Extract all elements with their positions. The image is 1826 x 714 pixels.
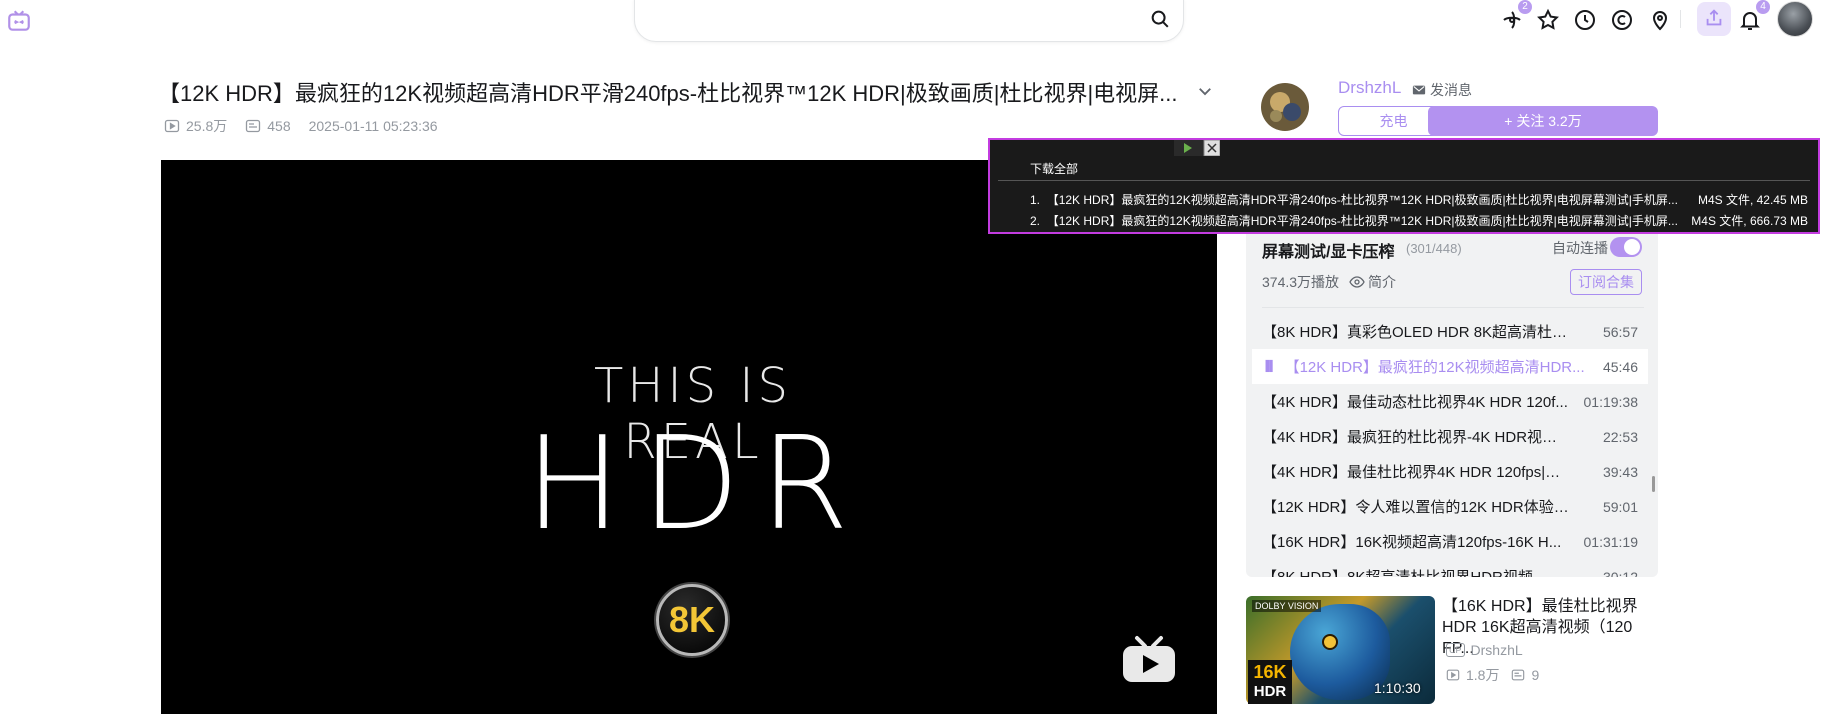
playlist-list: 【8K HDR】真彩色OLED HDR 8K超高清杜比... 56:57 ▐▌ 【1… (1252, 314, 1648, 577)
location-icon[interactable] (1648, 8, 1672, 32)
playlist-item-title: 【4K HDR】最佳动态杜比视界4K HDR 120f... (1262, 394, 1568, 411)
playlist-item-title: 【4K HDR】最疯狂的杜比视界-4K HDR视频UL... (1262, 429, 1572, 446)
playlist-item[interactable]: 【8K HDR】真彩色OLED HDR 8K超高清杜比... 56:57 (1252, 314, 1648, 349)
16k-hdr-badge: 16K HDR (1248, 660, 1292, 704)
recommend-views: 1.8万 (1466, 667, 1500, 683)
bilibili-tv-logo[interactable] (6, 8, 32, 34)
dolby-vision-badge: DOLBY VISION (1252, 600, 1322, 612)
download-item-index: 1. (1030, 193, 1041, 207)
now-playing-icon: ▐▌ (1262, 361, 1277, 372)
playlist-item-duration: 45:46 (1602, 358, 1638, 375)
up-tag-icon: UP (1446, 643, 1465, 657)
send-message-link[interactable]: 发消息 (1412, 80, 1472, 100)
playlist-item-title: 【4K HDR】最佳杜比视界4K HDR 120fps|极致... (1262, 464, 1572, 481)
download-item-info: M4S 文件, 42.45 MB (1697, 193, 1808, 207)
playlist-item-duration: 59:01 (1602, 498, 1638, 515)
ad-close-icon[interactable] (1174, 140, 1220, 156)
play-count-icon (164, 119, 180, 133)
playlist-item-duration: 56:57 (1602, 323, 1638, 340)
playlist-item-duration: 01:31:19 (1583, 533, 1639, 550)
hdr-label: HDR (1253, 683, 1287, 700)
download-item-index: 2. (1030, 214, 1041, 228)
history-clock-icon[interactable] (1573, 8, 1597, 32)
playlist-item-title: 【12K HDR】最疯狂的12K视频超高清HDR... (1284, 359, 1585, 376)
publish-date: 2025-01-11 05:23:36 (308, 118, 438, 134)
user-avatar[interactable] (1777, 1, 1813, 37)
download-all-button[interactable]: 下载全部 (1030, 160, 1078, 177)
playlist-title[interactable]: 屏幕测试/显卡压榨 (1262, 238, 1394, 262)
send-message-label: 发消息 (1430, 82, 1472, 98)
recommend-danmaku: 9 (1531, 667, 1540, 683)
uploader-avatar[interactable] (1254, 80, 1316, 134)
favorite-star-icon[interactable] (1536, 8, 1560, 32)
video-meta: 25.8万 458 2025-01-11 05:23:36 (164, 116, 438, 136)
16k-label: 16K (1253, 662, 1287, 682)
dynamic-badge: 2 (1518, 0, 1532, 14)
danmaku-count: 458 (267, 118, 291, 134)
download-item-info: M4S 文件, 666.73 MB (1691, 214, 1808, 228)
thumbnail-bird-eye (1324, 636, 1336, 648)
notification-badge: 4 (1756, 0, 1770, 14)
chevron-down-icon[interactable] (1196, 82, 1214, 100)
video-title: 【12K HDR】最疯狂的12K视频超高清HDR平滑240fps-杜比视界™12… (158, 81, 1178, 106)
download-item[interactable]: 2. 【12K HDR】最疯狂的12K视频超高清HDR平滑240fps-杜比视界… (1030, 212, 1808, 232)
playlist-item[interactable]: 【4K HDR】最佳动态杜比视界4K HDR 120f... 01:19:38 (1252, 384, 1648, 419)
autoplay-label: 自动连播 (1552, 240, 1608, 256)
share-upload-icon (1706, 9, 1722, 26)
playlist-item-title: 【8K HDR】8K超高清杜比视界HDR视频... (1262, 566, 1572, 577)
video-player[interactable]: THIS IS REAL HDR 8K (161, 160, 1217, 714)
playlist-scrollbar[interactable] (1652, 476, 1655, 492)
intro-label: 简介 (1368, 274, 1397, 290)
mail-icon (1412, 85, 1426, 95)
playlist-item-duration: 22:53 (1602, 428, 1638, 445)
intro-link[interactable]: 简介 (1349, 272, 1396, 292)
download-item[interactable]: 1. 【12K HDR】最疯狂的12K视频超高清HDR平滑240fps-杜比视界… (1030, 191, 1808, 211)
playlist-stats: 374.3万播放 简介 (1262, 272, 1396, 292)
playlist-item-duration: 39:43 (1602, 463, 1638, 480)
playlist-item[interactable]: 【16K HDR】16K视频超高清120fps-16K H... 01:31:19 (1252, 524, 1648, 559)
recommend-duration: 1:10:30 (1374, 680, 1421, 696)
playlist-item[interactable]: 【12K HDR】令人难以置信的12K HDR体验-12... 59:01 (1252, 489, 1648, 524)
creator-icon[interactable] (1610, 8, 1634, 32)
playlist-count: (301/448) (1406, 241, 1462, 256)
playlist-item-duration: 30:12 (1602, 568, 1638, 578)
download-divider (998, 180, 1810, 181)
playlist-item-title: 【8K HDR】真彩色OLED HDR 8K超高清杜比... (1262, 324, 1572, 341)
recommend-uploader[interactable]: UP DrshzhL (1446, 642, 1523, 658)
header-divider (1680, 10, 1681, 28)
autoplay-toggle[interactable] (1610, 237, 1642, 257)
player-text-line2: HDR (525, 410, 869, 559)
danmaku-icon (246, 119, 261, 133)
subscribe-collection-button[interactable]: 订阅合集 (1570, 269, 1642, 295)
uploader-name[interactable]: DrshzhL (1338, 78, 1401, 98)
bell-icon[interactable]: 4 (1738, 0, 1770, 32)
recommend-stats: 1.8万 9 (1446, 665, 1539, 685)
8k-badge: 8K (656, 584, 728, 656)
eye-icon (1349, 276, 1365, 288)
playlist-item[interactable]: 【8K HDR】8K超高清杜比视界HDR视频... 30:12 (1252, 559, 1648, 578)
download-item-title: 【12K HDR】最疯狂的12K视频超高清HDR平滑240fps-杜比视界™12… (1046, 214, 1678, 228)
search-bar[interactable] (634, 0, 1184, 42)
playlist-item[interactable]: 【4K HDR】最佳杜比视界4K HDR 120fps|极致... 39:43 (1252, 454, 1648, 489)
dynamic-icon[interactable]: 2 (1500, 0, 1532, 32)
danmaku-icon (1512, 669, 1525, 681)
playlist-item[interactable]: ▐▌ 【12K HDR】最疯狂的12K视频超高清HDR... 45:46 (1252, 349, 1648, 384)
play-count-icon (1446, 669, 1460, 681)
view-count: 25.8万 (186, 118, 228, 134)
playlist-divider (1262, 307, 1644, 308)
playlist-item[interactable]: 【4K HDR】最疯狂的杜比视界-4K HDR视频UL... 22:53 (1252, 419, 1648, 454)
download-popup: 下载全部 1. 【12K HDR】最疯狂的12K视频超高清HDR平滑240fps… (988, 138, 1820, 234)
playlist-item-duration: 01:19:38 (1583, 393, 1639, 410)
search-icon[interactable] (1149, 8, 1171, 30)
follow-button[interactable]: + 关注 3.2万 (1428, 106, 1658, 136)
playlist-item-title: 【12K HDR】令人难以置信的12K HDR体验-12... (1262, 499, 1572, 516)
share-upload-button[interactable] (1697, 2, 1731, 36)
recommend-uploader-name: DrshzhL (1470, 642, 1523, 658)
bilibili-watermark-icon (1123, 636, 1175, 682)
download-item-title: 【12K HDR】最疯狂的12K视频超高清HDR平滑240fps-杜比视界™12… (1046, 193, 1678, 207)
playlist-plays: 374.3万播放 (1262, 274, 1340, 290)
playlist-item-title: 【16K HDR】16K视频超高清120fps-16K H... (1262, 534, 1562, 551)
